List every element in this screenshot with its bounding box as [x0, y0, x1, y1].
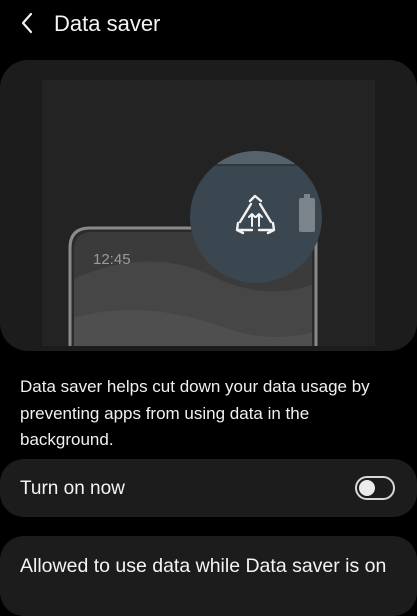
page-title: Data saver [54, 11, 161, 36]
back-arrow-icon [20, 12, 34, 34]
illustration-card: 12:45 [0, 60, 417, 351]
allowed-apps-label: Allowed to use data while Data saver is … [20, 555, 387, 577]
battery-icon [299, 194, 315, 232]
app-bar: Data saver [0, 0, 417, 48]
turn-on-now-label: Turn on now [20, 478, 125, 499]
turn-on-now-switch[interactable] [355, 476, 395, 500]
allowed-apps-row[interactable]: Allowed to use data while Data saver is … [0, 536, 417, 616]
switch-knob [359, 480, 375, 496]
back-button[interactable] [12, 8, 42, 38]
clock-time: 12:45 [93, 251, 131, 268]
illustration-graphic: 12:45 [68, 151, 322, 346]
illustration: 12:45 [42, 80, 375, 346]
description-text: Data saver helps cut down your data usag… [20, 377, 370, 449]
